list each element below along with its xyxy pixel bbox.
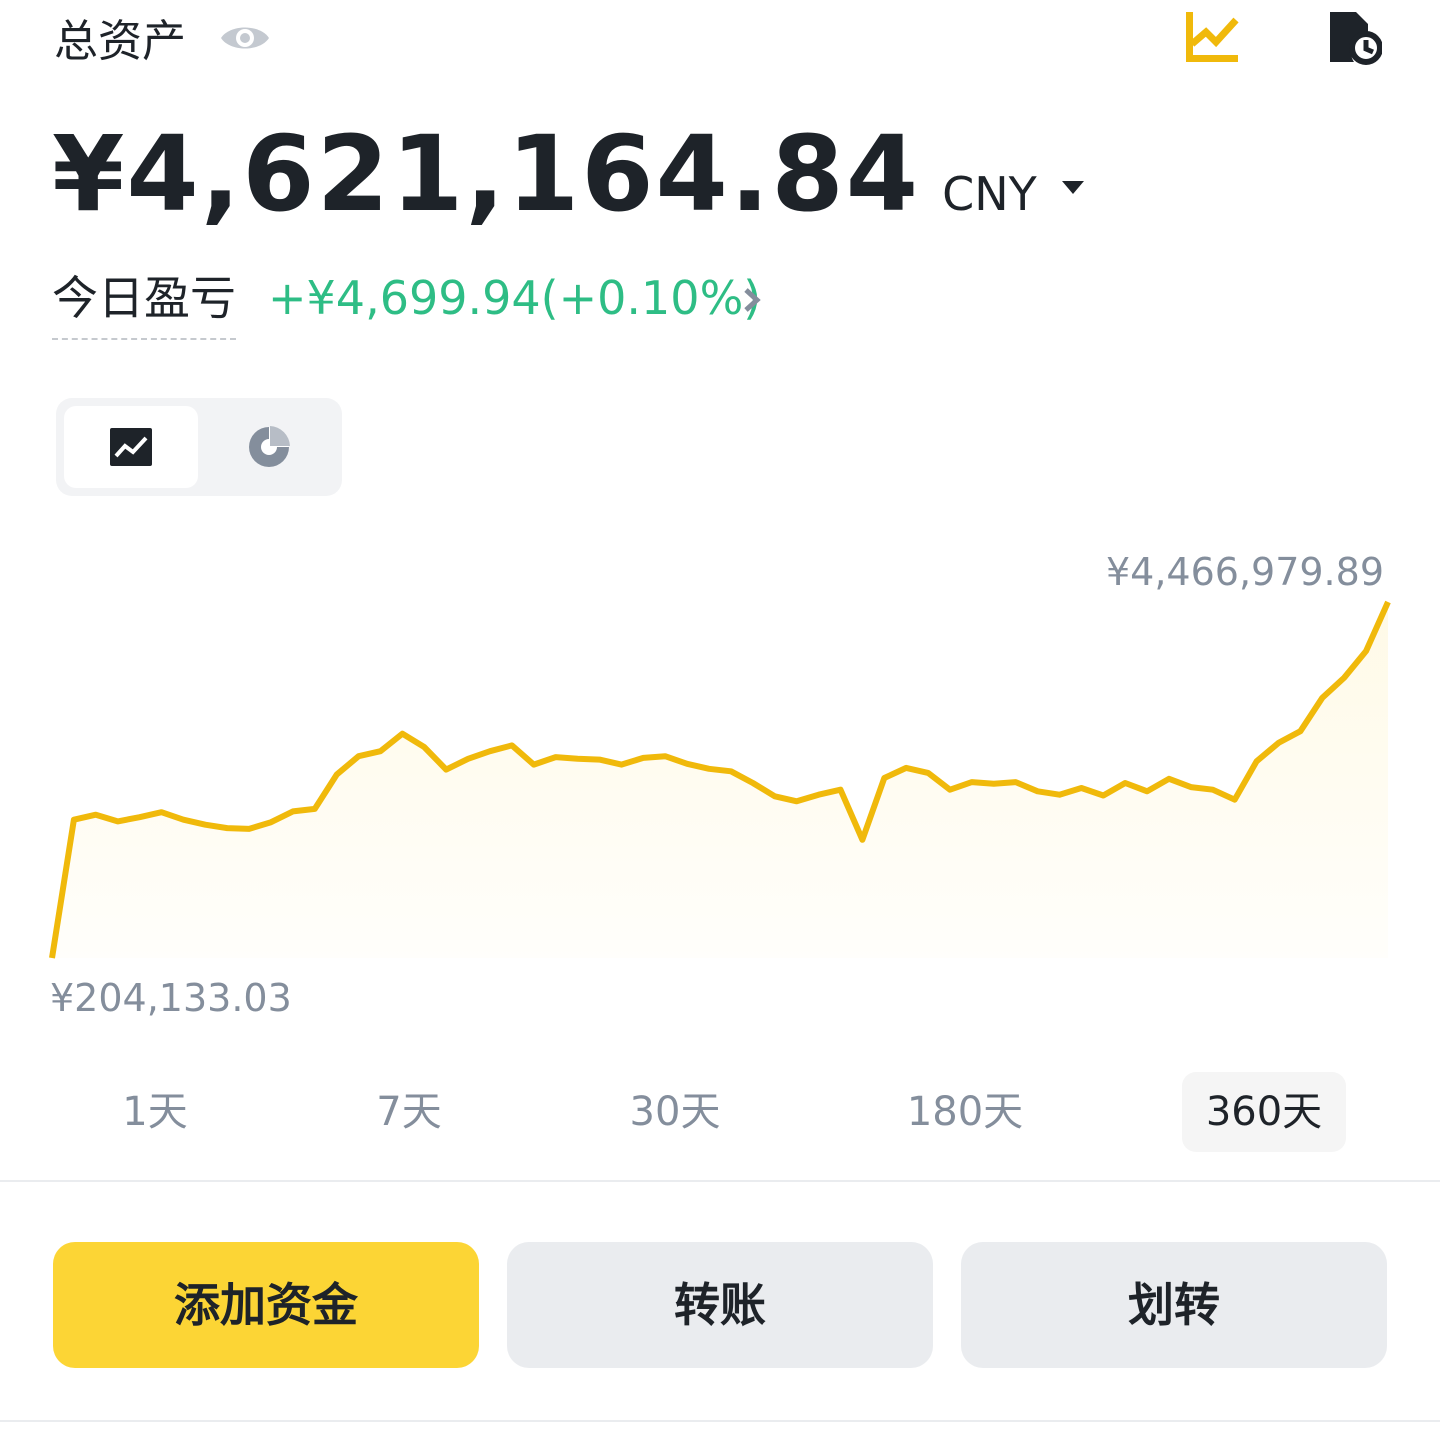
divider xyxy=(0,1180,1440,1182)
chevron-right-icon[interactable] xyxy=(738,284,766,316)
chart-min-label: ¥204,133.03 xyxy=(50,976,292,1020)
chart-area xyxy=(52,602,1388,958)
add-funds-button[interactable]: 添加资金 xyxy=(53,1242,479,1368)
period-30d[interactable]: 30天 xyxy=(610,1072,740,1152)
period-180d[interactable]: 180天 xyxy=(890,1072,1040,1152)
eye-icon[interactable] xyxy=(218,18,272,58)
page-title: 总资产 xyxy=(54,16,186,67)
period-1d[interactable]: 1天 xyxy=(100,1072,210,1152)
internal-transfer-button[interactable]: 划转 xyxy=(961,1242,1387,1368)
bottom-divider xyxy=(0,1420,1440,1422)
period-7d[interactable]: 7天 xyxy=(354,1072,464,1152)
pie-chart-icon[interactable] xyxy=(246,424,292,470)
total-balance: ¥4,621,164.84 xyxy=(52,113,921,235)
period-360d[interactable]: 360天 xyxy=(1182,1072,1346,1152)
caret-down-icon xyxy=(1061,181,1084,194)
portfolio-chart xyxy=(49,600,1391,959)
history-icon[interactable] xyxy=(1326,8,1382,66)
currency-selector[interactable]: CNY xyxy=(942,167,1087,221)
line-chart-icon[interactable] xyxy=(108,426,154,468)
chart-analysis-icon[interactable] xyxy=(1182,8,1242,66)
transfer-button[interactable]: 转账 xyxy=(507,1242,933,1368)
pnl-value[interactable]: +¥4,699.94(+0.10%) xyxy=(268,266,761,330)
balance-row: ¥4,621,164.84 CNY xyxy=(52,112,1087,236)
pnl-label[interactable]: 今日盈亏 xyxy=(52,266,236,340)
currency-label: CNY xyxy=(942,167,1037,221)
